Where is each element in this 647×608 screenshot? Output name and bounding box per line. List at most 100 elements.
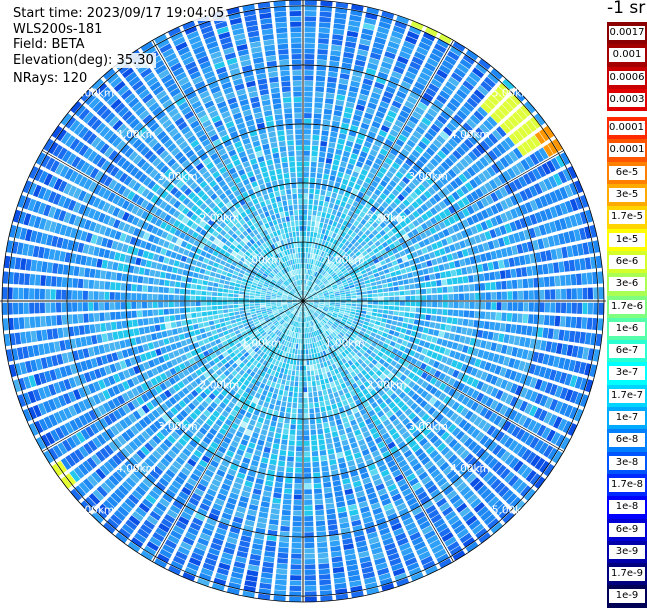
radar-gate-cell [328, 142, 335, 148]
radar-gate-cell [169, 337, 175, 344]
radar-gate-cell [400, 296, 405, 300]
radar-gate-cell [310, 254, 313, 259]
radar-gate-cell [261, 501, 270, 507]
radar-gate-cell [290, 359, 293, 364]
radar-gate-cell [206, 332, 212, 337]
radar-gate-cell [287, 456, 294, 461]
radar-gate-cell [143, 318, 149, 325]
radar-gate-cell [323, 174, 329, 180]
radar-gate-cell [528, 314, 534, 324]
radar-gate-cell [295, 462, 302, 467]
radar-gate-cell [482, 263, 488, 271]
radar-gate-cell [307, 264, 309, 269]
radar-gate-cell [269, 404, 275, 410]
radar-gate-cell [454, 294, 459, 300]
radar-gate-cell [217, 306, 222, 310]
radar-gate-cell [373, 259, 379, 264]
radar-gate-cell [319, 579, 331, 585]
radar-gate-cell [459, 336, 465, 344]
radar-gate-cell [583, 288, 588, 300]
radar-gate-cell [399, 312, 404, 317]
radar-gate-cell [305, 328, 307, 333]
radar-gate-cell [336, 452, 343, 458]
radar-gate-cell [539, 277, 545, 287]
radar-gate-cell [518, 302, 523, 311]
radar-gate-cell [338, 390, 344, 396]
radar-gate-cell [335, 397, 341, 403]
radar-gate-cell [298, 344, 300, 349]
radar-gate-cell [269, 426, 275, 432]
radar-gate-cell [436, 316, 442, 322]
radar-gate-cell [361, 288, 366, 291]
radar-gate-cell [304, 59, 314, 64]
radar-gate-cell [399, 333, 405, 339]
radar-gate-cell [337, 507, 346, 513]
radar-gate-cell [283, 499, 292, 505]
radar-gate-cell [201, 333, 207, 339]
radar-gate-cell [390, 272, 396, 277]
radar-gate-cell [240, 314, 245, 318]
radar-gate-cell [298, 403, 302, 408]
radar-gate-cell [313, 238, 316, 243]
radar-gate-cell [374, 273, 380, 278]
radar-gate-cell [318, 558, 329, 564]
radar-gate-cell [466, 266, 472, 274]
radar-gate-cell [215, 324, 221, 329]
radar-gate-cell [270, 514, 279, 520]
radar-gate-cell [351, 309, 356, 312]
radar-gate-cell [309, 259, 311, 264]
radar-gate-cell [479, 321, 485, 329]
radar-gate-cell [316, 238, 320, 243]
radar-gate-cell [333, 436, 340, 442]
radar-gate-cell [333, 567, 344, 573]
radar-gate-cell [223, 309, 228, 313]
radar-gate-cell [326, 93, 335, 99]
radar-gate-cell [336, 385, 341, 391]
radar-gate-cell [332, 556, 343, 562]
radar-gate-cell [314, 494, 322, 500]
radar-gate-cell [347, 222, 353, 228]
radar-gate-cell [328, 524, 338, 530]
radar-gate-cell [357, 301, 362, 303]
radar-gate-cell [312, 135, 319, 140]
radar-gate-cell [484, 321, 490, 329]
radar-gate-cell [314, 370, 318, 375]
radar-gate-cell [160, 324, 166, 331]
radar-gate-cell [380, 337, 386, 342]
radar-gate-cell [148, 318, 154, 325]
radar-gate-cell [400, 291, 405, 295]
radar-gate-cell [144, 326, 150, 333]
radar-gate-cell [246, 313, 251, 316]
radar-gate-cell [290, 581, 302, 586]
radar-gate-cell [310, 424, 316, 429]
radar-gate-cell [290, 570, 301, 575]
radar-gate-cell [361, 311, 366, 314]
radar-gate-cell [351, 296, 356, 299]
radar-gate-cell [95, 324, 101, 333]
radar-gate-cell [335, 149, 342, 155]
radar-gate-cell [316, 521, 325, 527]
radar-gate-cell [444, 332, 450, 339]
radar-gate-cell [429, 252, 435, 259]
radar-gate-cell [367, 294, 372, 297]
radar-gate-cell [218, 310, 223, 314]
radar-gate-cell [295, 473, 302, 478]
radar-gate-cell [317, 537, 327, 543]
radar-gate-cell [397, 338, 403, 344]
radar-gate-cell [295, 382, 299, 387]
radar-gate-cell [255, 306, 260, 308]
radar-gate-cell [313, 386, 317, 391]
radar-gate-cell [454, 260, 460, 267]
radar-gate-cell [366, 312, 371, 316]
radar-gate-cell [288, 370, 292, 375]
radar-gate-cell [335, 199, 341, 205]
radar-gate-cell [318, 206, 323, 212]
radar-gate-cell [304, 81, 313, 86]
radar-gate-cell [528, 278, 534, 288]
radar-gate-cell [276, 574, 288, 580]
radar-gate-cell [548, 328, 554, 339]
radar-gate-cell [421, 334, 427, 340]
radar-gate-cell [464, 302, 469, 309]
radar-gate-cell [40, 316, 46, 327]
radar-gate-cell [437, 287, 442, 293]
